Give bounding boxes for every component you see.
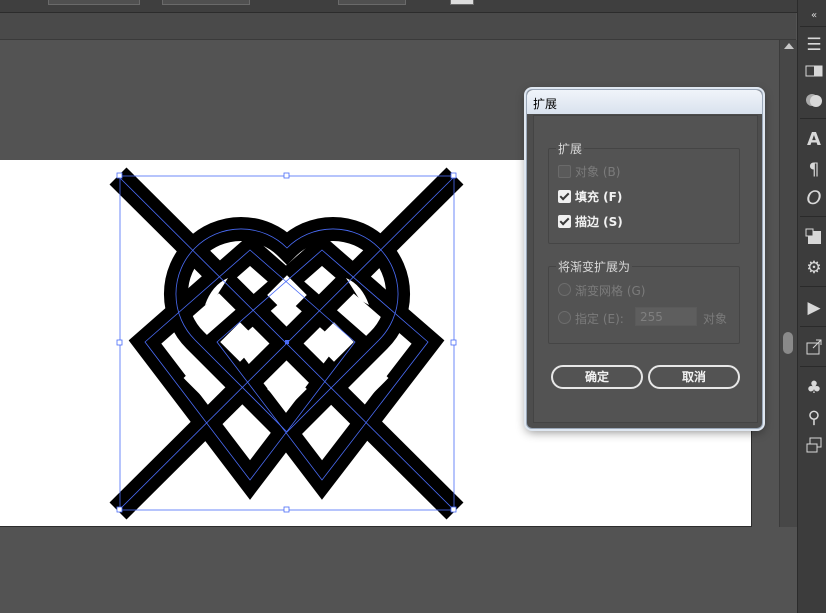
- control-swatch[interactable]: [450, 0, 474, 5]
- gradient-icon[interactable]: [804, 63, 824, 83]
- object-label: 对象 (B): [575, 165, 621, 179]
- expand-dialog: 扩展 扩展 对象 (B) 填充 (F) 描边 (S) 将渐变扩展为 渐变网格 (…: [526, 89, 763, 429]
- export-icon[interactable]: [804, 338, 824, 358]
- control-bar: [0, 0, 826, 13]
- fill-checkbox[interactable]: [558, 190, 571, 203]
- specify-option: 指定 (E): 255 对象: [558, 307, 738, 326]
- gradient-group: [548, 266, 740, 344]
- document-tab-strip: [0, 13, 796, 40]
- puppet-warp-icon[interactable]: ⚲: [804, 408, 824, 428]
- stroke-label[interactable]: 描边 (S): [575, 213, 623, 230]
- collapse-panels-icon[interactable]: «: [804, 6, 824, 26]
- artwork[interactable]: [100, 160, 480, 530]
- play-actions-icon[interactable]: ▶: [804, 298, 824, 318]
- menu-icon[interactable]: ☰: [804, 35, 824, 55]
- club-symbol-icon[interactable]: ♣: [804, 378, 824, 398]
- character-icon[interactable]: A: [804, 130, 824, 150]
- scroll-thumb[interactable]: [783, 332, 793, 354]
- specify-objects-input: 255: [635, 307, 697, 326]
- symbols-gear-icon[interactable]: ⚙: [804, 258, 824, 278]
- cancel-button[interactable]: 取消: [648, 365, 740, 389]
- specify-radio: [558, 311, 571, 324]
- swatch-libraries-icon[interactable]: [804, 228, 824, 248]
- panel-dock: « ☰ A ¶ O ⚙ ▶ ♣ ⚲: [797, 0, 826, 613]
- control-field[interactable]: [338, 0, 406, 5]
- celtic-knot-artwork: [109, 167, 464, 520]
- ok-button[interactable]: 确定: [551, 365, 643, 389]
- artboards-icon[interactable]: [804, 436, 824, 456]
- specify-label: 指定 (E):: [575, 312, 624, 326]
- control-field[interactable]: [162, 0, 250, 5]
- gradient-mesh-label: 渐变网格 (G): [575, 284, 646, 298]
- expand-group-legend: 扩展: [556, 140, 585, 157]
- specify-suffix: 对象: [703, 312, 728, 326]
- dialog-body: 扩展 对象 (B) 填充 (F) 描边 (S) 将渐变扩展为 渐变网格 (G) …: [533, 115, 758, 423]
- transparency-icon[interactable]: [804, 92, 824, 112]
- stroke-checkbox[interactable]: [558, 215, 571, 228]
- gradient-mesh-radio: [558, 283, 571, 296]
- vertical-scrollbar[interactable]: [779, 40, 797, 527]
- opentype-icon[interactable]: O: [804, 188, 824, 208]
- dialog-titlebar[interactable]: 扩展: [527, 90, 762, 114]
- dialog-title: 扩展: [533, 97, 558, 111]
- fill-label[interactable]: 填充 (F): [575, 188, 622, 205]
- control-field[interactable]: [48, 0, 140, 5]
- scroll-up-arrow-icon[interactable]: [784, 43, 794, 49]
- object-checkbox: [558, 165, 571, 178]
- paragraph-icon[interactable]: ¶: [804, 160, 824, 180]
- gradient-group-legend: 将渐变扩展为: [556, 258, 633, 275]
